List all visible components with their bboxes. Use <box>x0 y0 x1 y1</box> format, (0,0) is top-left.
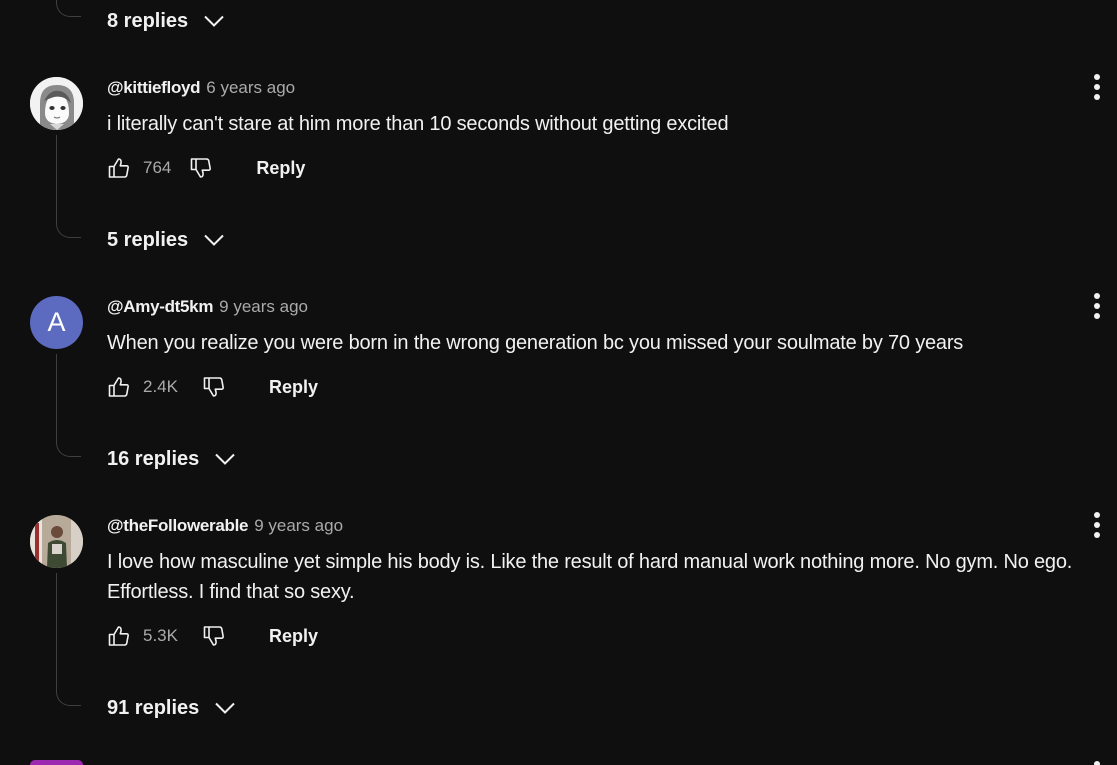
comments-section: 8 replies @kittiefloyd 6 years ago i lite… <box>0 0 1117 765</box>
avatar-image <box>30 77 83 130</box>
more-options-button[interactable] <box>1088 755 1108 765</box>
thread-line <box>56 573 81 706</box>
avatar[interactable] <box>30 760 83 765</box>
more-options-button[interactable] <box>1088 293 1108 321</box>
thumbs-up-icon[interactable] <box>107 156 131 180</box>
comment-age[interactable]: 9 years ago <box>254 516 343 535</box>
avatar[interactable] <box>30 77 83 130</box>
thread-line <box>56 0 81 17</box>
thread-line <box>56 354 81 457</box>
thumbs-up-icon[interactable] <box>107 375 131 399</box>
more-options-button[interactable] <box>1088 512 1108 540</box>
replies-toggle[interactable]: 91 replies <box>107 696 237 720</box>
comment-actions: 764 Reply <box>107 153 305 183</box>
reply-button[interactable]: Reply <box>269 377 318 398</box>
avatar[interactable] <box>30 515 83 568</box>
comment-actions: 5.3K Reply <box>107 621 318 651</box>
comment-text: i literally can't stare at him more than… <box>107 113 729 135</box>
replies-label: 8 replies <box>107 9 189 32</box>
comment-age[interactable]: 6 years ago <box>206 78 295 97</box>
comment-author[interactable]: @kittiefloyd <box>107 78 201 97</box>
avatar-letter: A <box>47 307 66 337</box>
comment-text: I love how masculine yet simple his body… <box>107 551 1073 603</box>
replies-label: 16 replies <box>107 447 200 470</box>
comment-header: @kittiefloyd 6 years ago <box>107 78 295 98</box>
chevron-down-icon <box>215 702 236 714</box>
thumbs-up-icon[interactable] <box>107 624 131 648</box>
avatar[interactable]: A <box>30 296 83 349</box>
replies-toggle[interactable]: 16 replies <box>107 447 237 471</box>
replies-label: 91 replies <box>107 696 200 719</box>
like-count: 764 <box>143 158 172 177</box>
comment-age[interactable]: 9 years ago <box>219 297 308 316</box>
chevron-down-icon <box>204 15 224 27</box>
more-options-button[interactable] <box>1088 74 1108 102</box>
comment-header: @theFollowerable 9 years ago <box>107 516 343 536</box>
replies-label: 5 replies <box>107 228 189 251</box>
chevron-down-icon <box>215 453 236 465</box>
reply-button[interactable]: Reply <box>256 158 305 179</box>
comment-actions: 2.4K Reply <box>107 372 318 402</box>
thumbs-down-icon[interactable] <box>202 375 226 399</box>
chevron-down-icon <box>204 234 224 246</box>
comment-author[interactable]: @Amy-dt5km <box>107 297 213 316</box>
thread-line <box>56 135 81 238</box>
comment-author[interactable]: @theFollowerable <box>107 516 248 535</box>
thumbs-down-icon[interactable] <box>189 156 213 180</box>
thumbs-down-icon[interactable] <box>202 624 226 648</box>
avatar-image <box>30 515 83 568</box>
like-count: 2.4K <box>143 377 178 396</box>
comment-text: When you realize you were born in the wr… <box>107 332 964 354</box>
like-count: 5.3K <box>143 626 178 645</box>
replies-toggle[interactable]: 8 replies <box>107 9 226 33</box>
reply-button[interactable]: Reply <box>269 626 318 647</box>
replies-toggle[interactable]: 5 replies <box>107 228 226 252</box>
comment-header: @Amy-dt5km 9 years ago <box>107 297 308 317</box>
